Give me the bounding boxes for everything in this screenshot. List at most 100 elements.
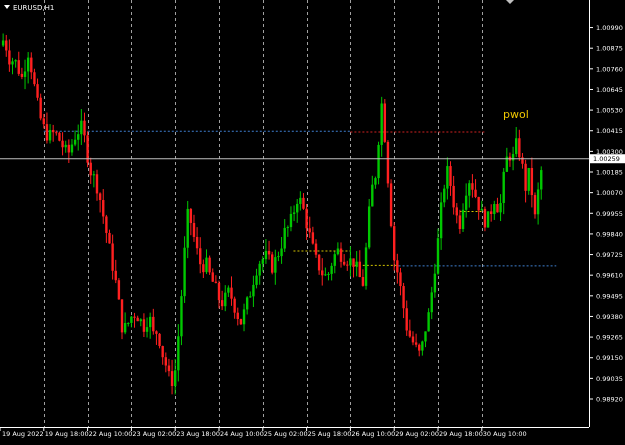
price-tick-label: 1.00415 [596, 127, 623, 135]
candle-body [230, 287, 233, 299]
time-tick-label: 19 Aug 18:00 [45, 430, 89, 438]
candle-body [227, 287, 230, 293]
current-price-label: 1.00259 [593, 155, 620, 163]
candle-body [483, 208, 487, 228]
candle-body [358, 261, 361, 278]
candle-body [443, 188, 446, 203]
candle-body [108, 232, 111, 244]
candle-body [305, 208, 308, 229]
candle-body [355, 261, 358, 267]
candle-body [155, 331, 158, 334]
candle-body [530, 167, 534, 196]
candle-body [217, 282, 221, 301]
price-tick-label: 0.98920 [596, 396, 623, 404]
candle-body [23, 71, 27, 77]
candle-body [270, 254, 274, 273]
candle-body [123, 322, 127, 333]
candle-body [321, 270, 324, 276]
price-tick-label: 0.99495 [596, 292, 623, 300]
candle-body [349, 258, 352, 266]
candle-body [224, 292, 227, 307]
symbol-label: EURUSD,H1 [13, 4, 55, 12]
candle-body [255, 275, 258, 285]
candle-body [199, 248, 202, 265]
candle-body [396, 260, 399, 273]
candle-body [152, 316, 155, 332]
candle-body [192, 222, 196, 237]
candle-body [95, 174, 99, 194]
candle-body [302, 197, 305, 209]
candle-body [161, 346, 164, 358]
candle-body [524, 163, 527, 191]
candle-body [408, 330, 412, 337]
price-tick-label: 0.99840 [596, 230, 623, 238]
candle-body [170, 371, 174, 386]
candle-body [283, 227, 286, 249]
candle-body [39, 97, 42, 119]
candle-body [364, 247, 368, 286]
candle-body [299, 197, 302, 204]
candle-body [167, 365, 171, 372]
candle-body [117, 280, 121, 300]
symbol-dropdown-icon[interactable] [4, 5, 10, 9]
candle-body [158, 333, 161, 347]
candle-body [540, 170, 543, 190]
price-tick-label: 0.99610 [596, 272, 623, 280]
candle-body [111, 243, 114, 271]
candle-body [80, 120, 83, 135]
candle-body [455, 207, 458, 216]
candle-body [446, 166, 449, 189]
time-tick-label: 19 Aug 2022 [2, 430, 44, 438]
grid-lines [44, 0, 483, 427]
candle-body [489, 211, 493, 214]
time-tick-label: 29 Aug 18:00 [439, 430, 483, 438]
candle-body [474, 189, 477, 197]
candle-body [464, 195, 468, 210]
candle-body [245, 297, 249, 310]
candle-body [374, 178, 377, 185]
candle-body [327, 273, 330, 275]
candle-body [424, 331, 427, 342]
candle-body [515, 138, 518, 155]
candle-body [393, 226, 396, 261]
candle-body [189, 208, 193, 223]
candle-body [98, 193, 102, 201]
price-tick-label: 0.99380 [596, 313, 623, 321]
candle-body [377, 144, 380, 179]
candle-body [45, 124, 49, 141]
candle-body [92, 174, 96, 176]
candle-body [289, 213, 293, 228]
candle-body [127, 322, 130, 324]
candle-body [195, 236, 199, 249]
candle-body [1, 40, 5, 46]
candle-body [114, 270, 117, 281]
candle-body [336, 248, 340, 255]
candle-body [120, 299, 124, 333]
candle-body [314, 243, 318, 255]
candle-body [105, 216, 108, 233]
candle-body [8, 50, 11, 65]
candle-body [311, 232, 315, 244]
candle-body [211, 272, 214, 282]
candle-body [17, 60, 20, 74]
price-chart[interactable]: 1.00990 1.00875 1.00760 1.00645 1.00530 1.004… [0, 0, 625, 441]
candle-body [330, 265, 333, 274]
candle-body [411, 336, 415, 343]
candle-body [486, 211, 490, 228]
time-tick-label: 25 Aug 02:00 [264, 430, 308, 438]
price-tick-label: 0.99035 [596, 375, 623, 383]
chart-window[interactable]: EURUSD,H1 1.00990 1.00875 1.00760 1.00645 1.… [0, 0, 625, 441]
candle-body [64, 144, 67, 148]
candle-body [286, 227, 290, 229]
candle-body [317, 254, 321, 271]
candle-body [418, 344, 421, 351]
candle-body [274, 257, 277, 273]
candle-body [30, 57, 33, 73]
candle-body [77, 134, 80, 140]
candle-body [174, 370, 177, 386]
candle-body [89, 162, 92, 176]
candle-body [42, 118, 45, 125]
candle-body [183, 247, 186, 297]
chart-shift-marker-icon[interactable] [506, 0, 514, 4]
candle-body [220, 300, 224, 307]
